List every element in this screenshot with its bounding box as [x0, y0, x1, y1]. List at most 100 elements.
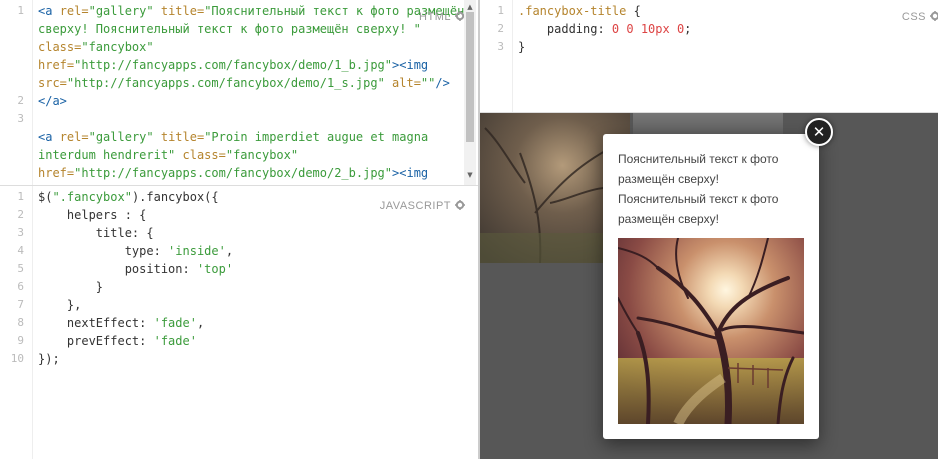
line-number: 1	[17, 190, 24, 203]
line-number: 5	[17, 262, 24, 275]
css-line-gutter: 1 2 3	[480, 0, 513, 112]
html-line-gutter: 1 2 3	[0, 0, 33, 185]
code-token: }	[38, 280, 104, 294]
code-token: alt=	[384, 76, 421, 90]
html-scrollbar-thumb[interactable]	[466, 12, 474, 142]
code-token: <a	[38, 130, 60, 144]
code-line: .fancybox-title {	[518, 2, 920, 20]
js-line-gutter: 1 2 3 4 5 6 7 8 9 10	[0, 186, 33, 459]
code-token: href=	[38, 58, 75, 72]
scroll-up-arrow-icon[interactable]: ▲	[466, 4, 474, 11]
code-token: ,	[196, 316, 205, 330]
code-token: <a	[38, 4, 60, 18]
line-number: 3	[17, 226, 24, 239]
code-token: class=	[38, 40, 82, 54]
css-editor-panel[interactable]: 1 2 3 .fancybox-title { padding: 0 0 10px …	[480, 0, 938, 112]
code-token: });	[38, 352, 60, 366]
code-token: 'top'	[196, 262, 234, 276]
javascript-editor-panel[interactable]: 1 2 3 4 5 6 7 8 9 10 $(".fancybox").fancybox({ he…	[0, 186, 478, 459]
code-token: }	[518, 40, 526, 54]
code-line: }	[518, 38, 920, 56]
line-number: 3	[17, 112, 24, 125]
fancybox-popup: Пояснительный текст к фото размещён свер…	[603, 134, 819, 439]
code-line: href="http://fancyapps.com/fancybox/demo…	[38, 164, 460, 182]
code-token: ""	[420, 76, 436, 90]
code-token: src=	[38, 76, 67, 90]
code-line: interdum hendrerit" class="fancybox"	[38, 146, 460, 164]
close-icon[interactable]: ✕	[805, 118, 833, 146]
code-token: "gallery"	[88, 4, 154, 18]
html-label-text: HTML	[419, 11, 451, 23]
code-token: "fancybox"	[81, 40, 154, 54]
code-token: ><img	[392, 166, 429, 180]
code-token: ,	[225, 244, 234, 258]
code-token: },	[38, 298, 82, 312]
css-code-area[interactable]: .fancybox-title { padding: 0 0 10px 0;}	[518, 2, 920, 56]
js-code-area[interactable]: $(".fancybox").fancybox({ helpers : { ti…	[38, 188, 460, 368]
code-token: title=	[153, 130, 205, 144]
js-panel-label[interactable]: JAVASCRIPT	[380, 200, 465, 212]
code-token: interdum hendrerit"	[38, 148, 176, 162]
code-token: />	[435, 76, 450, 90]
css-panel-label[interactable]: CSS	[902, 11, 938, 23]
line-number: 9	[17, 334, 24, 347]
code-token: "fancybox"	[225, 148, 299, 162]
scroll-down-arrow-icon[interactable]: ▼	[466, 172, 474, 179]
code-token: $(	[38, 190, 53, 204]
line-number: 2	[17, 94, 24, 107]
code-line: title: {	[38, 224, 460, 242]
code-token: type:	[38, 244, 169, 258]
code-token: ".fancybox"	[52, 190, 132, 204]
code-token: .fancybox-title	[518, 4, 627, 18]
code-line: сверху! Пояснительный текст к фото разме…	[38, 20, 460, 38]
code-token: padding:	[518, 22, 612, 36]
code-token: title: {	[38, 226, 154, 240]
gear-icon[interactable]	[930, 11, 938, 21]
code-token: </a>	[38, 94, 67, 108]
code-token: 0 0 10px 0	[611, 22, 685, 36]
code-token: "http://fancyapps.com/fancybox/demo/1_b.…	[74, 58, 393, 72]
code-token: ).fancybox({	[131, 190, 219, 204]
code-token: 'inside'	[168, 244, 226, 258]
css-label-text: CSS	[901, 11, 926, 23]
code-line: }	[38, 278, 460, 296]
code-token: ;	[684, 22, 692, 36]
code-token: {	[626, 4, 641, 18]
line-number: 8	[17, 316, 24, 329]
code-token: helpers : {	[38, 208, 147, 222]
code-token: rel=	[59, 4, 89, 18]
code-line: padding: 0 0 10px 0;	[518, 20, 920, 38]
html-scrollbar[interactable]: ▲ ▼	[464, 0, 476, 185]
code-token: "http://fancyapps.com/fancybox/demo/1_s.…	[66, 76, 385, 90]
code-token: rel=	[59, 130, 89, 144]
code-line: href="http://fancyapps.com/fancybox/demo…	[38, 56, 460, 74]
line-number: 1	[497, 4, 504, 17]
code-line: nextEffect: 'fade',	[38, 314, 460, 332]
html-code-area[interactable]: <a rel="gallery" title="Пояснительный те…	[38, 2, 464, 182]
line-number: 7	[17, 298, 24, 311]
line-number: 2	[497, 22, 504, 35]
code-line: class="fancybox"	[38, 38, 460, 56]
line-number: 4	[17, 244, 24, 257]
line-number: 3	[497, 40, 504, 53]
code-line: </a>	[38, 92, 460, 110]
code-token: "http://fancyapps.com/fancybox/demo/2_b.…	[74, 166, 393, 180]
html-editor-panel[interactable]: 1 2 3 <a rel="gallery" title="Пояснительны…	[0, 0, 478, 185]
code-token: href=	[38, 166, 75, 180]
code-line: prevEffect: 'fade'	[38, 332, 460, 350]
line-number: 1	[17, 4, 24, 17]
html-panel-label[interactable]: HTML	[419, 11, 465, 23]
gear-icon[interactable]	[455, 200, 465, 210]
code-line: src="http://fancyapps.com/fancybox/demo/…	[38, 74, 460, 92]
code-token: 'fade'	[153, 316, 197, 330]
code-line: type: 'inside',	[38, 242, 460, 260]
fancybox-image[interactable]	[618, 238, 804, 424]
code-line: },	[38, 296, 460, 314]
code-line: position: 'top'	[38, 260, 460, 278]
line-number: 10	[10, 352, 24, 365]
fancybox-title: Пояснительный текст к фото размещён свер…	[618, 152, 779, 226]
js-label-text: JAVASCRIPT	[379, 200, 451, 212]
code-line: });	[38, 350, 460, 368]
line-number: 6	[17, 280, 24, 293]
